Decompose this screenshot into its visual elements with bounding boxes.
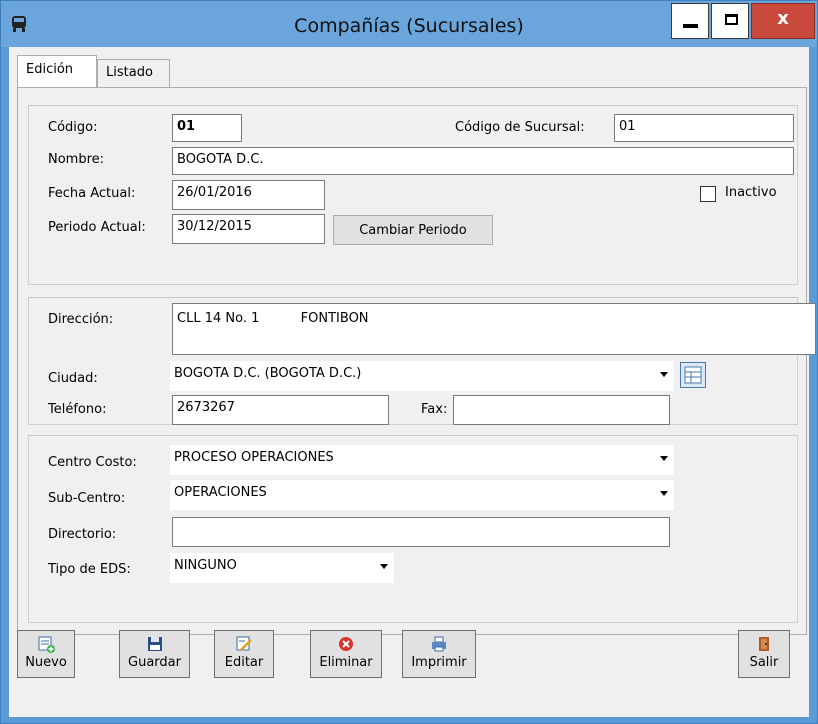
guardar-label: Guardar — [128, 655, 181, 670]
inactivo-checkbox[interactable] — [700, 186, 716, 202]
eliminar-button[interactable]: Eliminar — [310, 630, 382, 678]
fecha-actual-label: Fecha Actual: — [48, 186, 136, 201]
codigo-field[interactable]: 01 — [172, 114, 242, 142]
app-window: Compañías (Sucursales) x Edición Listado… — [0, 0, 818, 724]
imprimir-label: Imprimir — [411, 655, 467, 670]
centro-costo-select[interactable]: PROCESO OPERACIONES — [170, 445, 674, 475]
edit-icon — [236, 636, 252, 651]
window-title: Compañías (Sucursales) — [294, 15, 524, 37]
tipo-eds-select[interactable]: NINGUNO — [170, 553, 394, 583]
fax-label: Fax: — [421, 402, 448, 417]
periodo-actual-field[interactable]: 30/12/2015 — [172, 214, 325, 244]
tab-edicion[interactable]: Edición — [17, 55, 97, 87]
tab-panel-edicion: Código: 01 Código de Sucursal: 01 Nombre… — [17, 87, 816, 635]
codigo-sucursal-label: Código de Sucursal: — [455, 120, 585, 135]
directorio-field[interactable] — [172, 517, 670, 547]
cambiar-periodo-button[interactable]: Cambiar Periodo — [333, 215, 493, 245]
tab-listado[interactable]: Listado — [97, 59, 170, 87]
ciudad-select[interactable]: BOGOTA D.C. (BOGOTA D.C.) — [170, 361, 674, 391]
cost-center-group: Centro Costo: PROCESO OPERACIONES Sub-Ce… — [28, 435, 798, 623]
direccion-field[interactable]: CLL 14 No. 1 FONTIBON — [172, 303, 816, 355]
codigo-sucursal-field[interactable]: 01 — [614, 114, 794, 142]
centro-costo-value: PROCESO OPERACIONES — [174, 450, 334, 465]
title-bar[interactable]: Compañías (Sucursales) x — [1, 1, 817, 47]
tipo-eds-value: NINGUNO — [174, 558, 237, 573]
guardar-button[interactable]: Guardar — [119, 630, 190, 678]
close-button[interactable]: x — [751, 3, 815, 39]
sub-centro-select[interactable]: OPERACIONES — [170, 480, 674, 510]
chevron-down-icon — [380, 564, 388, 569]
salir-label: Salir — [749, 655, 779, 670]
address-group: Dirección: CLL 14 No. 1 FONTIBON Ciudad:… — [28, 297, 816, 425]
client-area: Edición Listado Código: 01 Código de Suc… — [9, 47, 816, 717]
salir-button[interactable]: Salir — [738, 630, 790, 678]
telefono-field[interactable]: 2673267 — [172, 395, 389, 425]
nombre-label: Nombre: — [48, 152, 105, 167]
periodo-actual-label: Periodo Actual: — [48, 220, 146, 235]
sub-centro-label: Sub-Centro: — [48, 491, 126, 506]
nuevo-button[interactable]: Nuevo — [17, 630, 75, 678]
chevron-down-icon — [660, 372, 668, 377]
maximize-button[interactable] — [711, 3, 749, 39]
centro-costo-label: Centro Costo: — [48, 455, 137, 470]
nombre-field[interactable]: BOGOTA D.C. — [172, 147, 794, 175]
chevron-down-icon — [660, 491, 668, 496]
ciudad-label: Ciudad: — [48, 371, 98, 386]
table-icon — [684, 366, 702, 384]
new-document-icon — [38, 636, 55, 653]
ciudad-lookup-button[interactable] — [680, 362, 706, 388]
bus-icon — [12, 16, 26, 32]
telefono-label: Teléfono: — [48, 402, 107, 417]
nuevo-label: Nuevo — [25, 655, 67, 670]
direccion-label: Dirección: — [48, 312, 114, 327]
codigo-label: Código: — [48, 120, 98, 135]
tipo-eds-label: Tipo de EDS: — [48, 562, 131, 577]
close-icon: x — [777, 8, 789, 29]
directorio-label: Directorio: — [48, 527, 117, 542]
printer-icon — [432, 636, 446, 652]
inactivo-label: Inactivo — [725, 185, 777, 200]
exit-door-icon — [759, 637, 769, 651]
minimize-icon — [683, 24, 698, 28]
maximize-icon — [725, 14, 738, 25]
imprimir-button[interactable]: Imprimir — [402, 630, 476, 678]
fax-field[interactable] — [453, 395, 670, 425]
minimize-button[interactable] — [671, 3, 709, 39]
chevron-down-icon — [660, 456, 668, 461]
ciudad-value: BOGOTA D.C. (BOGOTA D.C.) — [174, 366, 362, 381]
eliminar-label: Eliminar — [319, 655, 373, 670]
general-group: Código: 01 Código de Sucursal: 01 Nombre… — [28, 105, 798, 285]
editar-label: Editar — [224, 655, 264, 670]
fecha-actual-field[interactable]: 26/01/2016 — [172, 180, 325, 210]
sub-centro-value: OPERACIONES — [174, 485, 267, 500]
delete-icon — [339, 637, 353, 651]
save-icon — [147, 637, 162, 651]
editar-button[interactable]: Editar — [214, 630, 274, 678]
